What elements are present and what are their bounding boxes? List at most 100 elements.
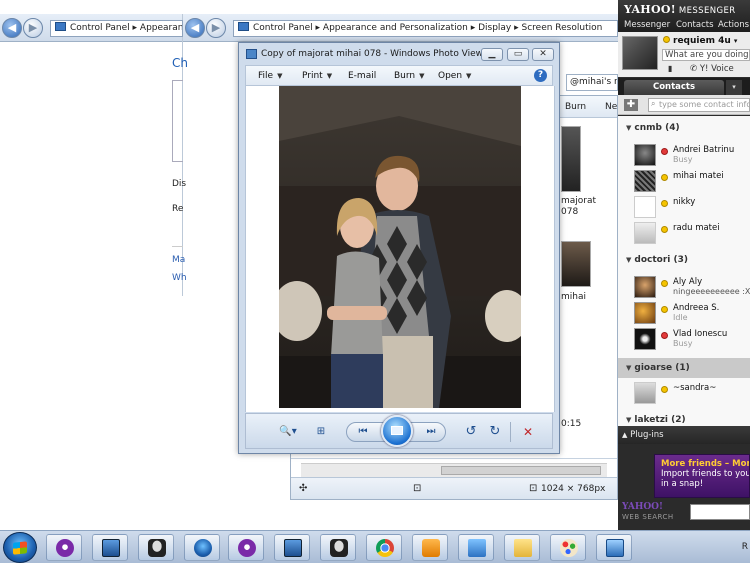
status-online-icon — [661, 306, 668, 313]
photo-viewer-title: Copy of majorat mihai 078 - Windows Phot… — [261, 49, 493, 59]
web-search-input[interactable] — [690, 504, 750, 520]
explorer-new-folder-button[interactable]: Ne — [605, 102, 617, 112]
contact-item[interactable]: radu matei — [618, 220, 750, 246]
group-header[interactable]: ▼ doctori (3) — [618, 252, 750, 268]
taskbar-alien[interactable] — [138, 534, 174, 561]
taskbar-explorer[interactable] — [504, 534, 540, 561]
start-button[interactable] — [3, 532, 37, 563]
photo-viewer-icon — [606, 539, 624, 557]
explorer-horizontal-scrollbar[interactable] — [301, 463, 607, 477]
group-header[interactable]: ▼ gioarse (1) — [618, 358, 750, 378]
contact-item[interactable]: Andrei Batrinu Busy — [618, 142, 750, 168]
group-header[interactable]: ▼ laketzi (2) — [618, 412, 750, 426]
menu-print[interactable]: Print ▼ — [302, 71, 332, 81]
chevron-down-icon: ▼ — [626, 124, 632, 132]
menu-open[interactable]: Open ▼ — [438, 71, 471, 81]
rotate-counterclockwise-icon[interactable]: ↺ — [462, 423, 480, 441]
girl-top — [331, 251, 383, 356]
alien-icon — [330, 539, 348, 557]
slideshow-button[interactable] — [381, 415, 413, 447]
ym-advertisement[interactable]: More friends – More f Import friends to … — [654, 454, 750, 498]
contact-item[interactable]: mihai matei — [618, 168, 750, 194]
chevron-down-icon: ▼ — [326, 72, 333, 80]
avatar[interactable] — [622, 36, 658, 70]
taskbar-display[interactable] — [92, 534, 128, 561]
status-online-icon — [661, 200, 668, 207]
taskbar-yahoo-messenger[interactable] — [46, 534, 82, 561]
contact-avatar — [634, 302, 656, 324]
cp-left-link-1[interactable]: Ma — [172, 255, 185, 265]
taskbar-media-player[interactable] — [412, 534, 448, 561]
menu-email[interactable]: E-mail — [348, 71, 376, 81]
cp-right-address-bar[interactable]: Control Panel ▸ Appearance and Personali… — [233, 20, 618, 37]
tab-contacts[interactable]: Contacts — [624, 80, 724, 95]
taskbar-paint[interactable] — [550, 534, 586, 561]
cp-left-link-2[interactable]: Wh — [172, 273, 187, 283]
ym-menu-messenger[interactable]: Messenger — [624, 20, 670, 30]
taskbar-network[interactable] — [458, 534, 494, 561]
explorer-burn-button[interactable]: Burn — [565, 102, 586, 112]
ym-contact-search[interactable]: type some contact infor — [648, 98, 750, 112]
taskbar-windows[interactable] — [184, 534, 220, 561]
forward-button[interactable]: ▶ — [206, 18, 226, 38]
contact-item[interactable]: Vlad Ionescu Busy — [618, 326, 750, 352]
ym-menu-contacts[interactable]: Contacts — [676, 20, 714, 30]
contact-avatar — [634, 222, 656, 244]
chrome-icon — [376, 539, 394, 557]
ym-voice-button[interactable]: ✆ Y! Voice — [690, 64, 734, 74]
close-button[interactable]: ✕ — [532, 48, 554, 61]
scrollbar-thumb[interactable] — [441, 466, 601, 475]
yahoo-messenger-window: YAHOO! MESSENGER Messenger Contacts Actio… — [618, 0, 750, 530]
forward-button[interactable]: ▶ — [23, 18, 43, 38]
taskbar-display-2[interactable] — [274, 534, 310, 561]
contact-item[interactable]: Aly Aly ningeeeeeeeeee :X — [618, 274, 750, 300]
explorer-search-box[interactable]: @mihai's r — [566, 74, 618, 91]
taskbar-clock[interactable]: R — [742, 542, 748, 552]
taskbar-photo-viewer[interactable] — [596, 534, 632, 561]
status-busy-icon — [661, 332, 668, 339]
menu-file[interactable]: File ▼ — [258, 71, 282, 81]
ym-status-input[interactable]: What are you doing? — [662, 49, 750, 61]
chevron-down-icon: ▾ — [733, 37, 738, 45]
control-panel-icon — [55, 22, 66, 31]
taskbar-yahoo-messenger-2[interactable] — [228, 534, 264, 561]
explorer-thumbnail-mihai[interactable] — [561, 241, 591, 287]
tab-dropdown[interactable]: ▾ — [726, 80, 742, 95]
ym-menu-actions[interactable]: Actions — [718, 20, 749, 30]
photo-viewer-menubar: File ▼ Print ▼ E-mail Burn ▼ Open ▼ ? — [245, 65, 553, 86]
contact-item[interactable]: nikky — [618, 194, 750, 220]
back-button[interactable]: ◀ — [185, 18, 205, 38]
cp-left-address-bar[interactable]: Control Panel ▸ Appearance — [50, 20, 183, 37]
contact-name: nikky — [673, 197, 696, 207]
rotate-clockwise-icon[interactable]: ↻ — [486, 423, 504, 441]
contact-item[interactable]: ~sandra~ — [618, 380, 750, 406]
maximize-button[interactable]: ▭ — [507, 48, 529, 61]
explorer-thumbnail-majorat[interactable] — [561, 126, 581, 192]
delete-icon[interactable]: ✕ — [518, 423, 538, 441]
taskbar-chrome[interactable] — [366, 534, 402, 561]
controls-divider — [510, 422, 511, 442]
ym-profile: requiem 4u ▾ What are you doing? ▮ ✆ Y! … — [618, 32, 750, 77]
zoom-icon[interactable]: 🔍▾ — [274, 423, 302, 441]
ym-logo-sub: MESSENGER — [678, 6, 736, 16]
next-icon[interactable]: ⏭ — [421, 424, 441, 440]
contact-status: Busy — [673, 339, 693, 348]
contact-item[interactable]: Andreea S. Idle — [618, 300, 750, 326]
group-name: doctori (3) — [634, 255, 688, 265]
ym-plugins-bar[interactable]: ▲ Plug-ins — [618, 426, 750, 444]
contact-name: Andreea S. — [673, 303, 720, 313]
menu-burn-label: Burn — [394, 71, 416, 81]
girl-arms — [327, 306, 387, 320]
network-icon — [468, 539, 486, 557]
taskbar-alien-2[interactable] — [320, 534, 356, 561]
back-button[interactable]: ◀ — [2, 18, 22, 38]
help-icon[interactable]: ? — [534, 69, 547, 82]
group-header[interactable]: ▼ cnmb (4) — [618, 120, 750, 136]
explorer-time-fragment: 0:15 — [561, 419, 582, 429]
previous-icon[interactable]: ⏮ — [353, 424, 373, 440]
minimize-button[interactable]: ▁ — [481, 48, 503, 61]
menu-burn[interactable]: Burn ▼ — [394, 71, 425, 81]
fit-to-window-icon[interactable]: ⊞ — [312, 423, 330, 441]
add-contact-icon[interactable]: ✚ — [624, 99, 638, 111]
ym-user-name[interactable]: requiem 4u ▾ — [663, 36, 737, 46]
